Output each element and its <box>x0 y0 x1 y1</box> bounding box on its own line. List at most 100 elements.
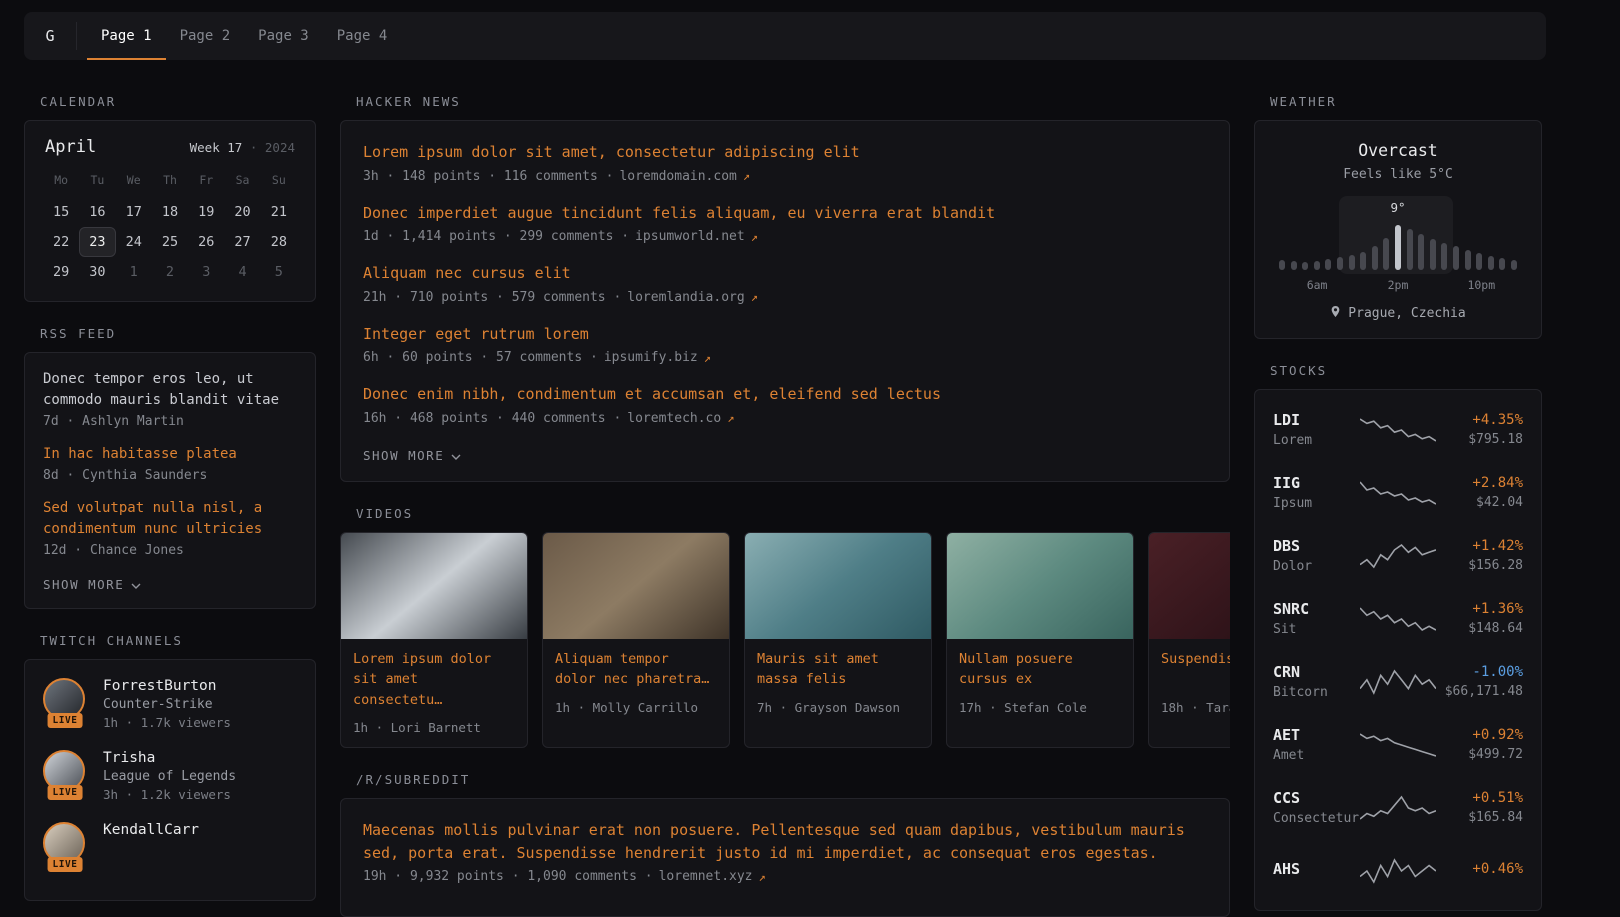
video-card-body: Lorem ipsum dolor sit amet consectetu… 1… <box>341 639 527 748</box>
rss-item-title[interactable]: In hac habitasse platea <box>43 444 297 465</box>
hn-story-stats: 16h · 468 points · 440 comments · <box>363 411 621 426</box>
reddit-post[interactable]: Maecenas mollis pulvinar erat non posuer… <box>363 819 1207 884</box>
weather-location: Prague, Czechia <box>1348 306 1465 321</box>
rss-show-more-button[interactable]: SHOW MORE <box>43 573 141 596</box>
video-title[interactable]: Lorem ipsum dolor sit amet consectetu… <box>353 649 515 712</box>
video-thumbnail[interactable] <box>745 533 931 639</box>
external-link-icon[interactable]: ↗ <box>743 169 750 183</box>
external-link-icon[interactable]: ↗ <box>759 870 766 884</box>
hn-show-more-label: SHOW MORE <box>363 448 444 463</box>
stocks-widget: STOCKS LDI Lorem <box>1254 363 1542 911</box>
video-card-body: Mauris sit amet massa felis 7h · Grayson… <box>745 639 931 727</box>
stock-row: SNRC Sit +1.36% $148.64 <box>1273 587 1523 650</box>
stock-identity: AHS <box>1273 860 1360 882</box>
page-tab[interactable]: Page 1 <box>87 12 166 60</box>
calendar-day-name: Mo <box>43 169 79 191</box>
video-card[interactable]: Nullam posuere cursus ex 17h · Stefan Co… <box>946 532 1134 749</box>
dashboard-grid: CALENDAR April Week 17 · 2024 MoTuWeThFr… <box>24 70 1546 917</box>
stock-name: Ipsum <box>1273 496 1360 511</box>
calendar-day: 19 <box>188 197 224 227</box>
calendar-day: 15 <box>43 197 79 227</box>
rss-widget: RSS FEED Donec tempor eros leo, ut commo… <box>24 326 316 609</box>
hacker-news-card: Lorem ipsum dolor sit amet, consectetur … <box>340 120 1230 482</box>
stock-row: AHS +0.46% <box>1273 839 1523 902</box>
reddit-post-domain[interactable]: loremnet.xyz <box>659 869 753 884</box>
external-link-icon[interactable]: ↗ <box>704 351 711 365</box>
calendar-day-name: Tu <box>79 169 115 191</box>
hn-story[interactable]: Integer eget rutrum lorem 6h · 60 points… <box>363 323 1207 366</box>
twitch-channel-name[interactable]: Trisha <box>103 750 236 766</box>
weather-bar <box>1279 260 1285 270</box>
external-link-icon[interactable]: ↗ <box>751 290 758 304</box>
weather-bar <box>1349 255 1355 270</box>
hn-story-stats: 1d · 1,414 points · 299 comments · <box>363 229 629 244</box>
video-card[interactable]: Lorem ipsum dolor sit amet consectetu… 1… <box>340 532 528 749</box>
video-thumbnail[interactable] <box>543 533 729 639</box>
video-thumbnail[interactable] <box>341 533 527 639</box>
rss-item-title[interactable]: Sed volutpat nulla nisl, a condimentum n… <box>43 498 297 540</box>
hn-story[interactable]: Donec enim nibh, condimentum et accumsan… <box>363 383 1207 426</box>
hn-story[interactable]: Lorem ipsum dolor sit amet, consectetur … <box>363 141 1207 184</box>
video-title[interactable]: Nullam posuere cursus ex <box>959 649 1121 691</box>
video-card[interactable]: Suspendisse diam 18h · Tara <box>1148 532 1230 749</box>
calendar-day-name: We <box>116 169 152 191</box>
video-title[interactable]: Mauris sit amet massa felis <box>757 649 919 691</box>
twitch-channel-row[interactable]: LIVE ForrestBurton Counter-Strike 1h · 1… <box>43 678 297 730</box>
stock-row: CRN Bitcorn -1.00% $66,171.48 <box>1273 650 1523 713</box>
rss-item-title[interactable]: Donec tempor eros leo, ut commodo mauris… <box>43 369 297 411</box>
twitch-channel-name[interactable]: ForrestBurton <box>103 678 231 694</box>
twitch-channel-name[interactable]: KendallCarr <box>103 822 199 838</box>
calendar-day: 24 <box>116 227 152 257</box>
rss-item[interactable]: Sed volutpat nulla nisl, a condimentum n… <box>43 498 297 558</box>
hn-story-title[interactable]: Aliquam nec cursus elit <box>363 262 1207 285</box>
calendar-day: 20 <box>224 197 260 227</box>
stock-price: $148.64 <box>1436 621 1523 636</box>
twitch-channel-meta: 1h · 1.7k viewers <box>103 715 231 730</box>
hn-story[interactable]: Aliquam nec cursus elit 21h · 710 points… <box>363 262 1207 305</box>
stock-price: $156.28 <box>1436 558 1523 573</box>
video-thumbnail[interactable] <box>1149 533 1230 639</box>
video-title[interactable]: Aliquam tempor dolor nec pharetra… <box>555 649 717 691</box>
video-thumbnail[interactable] <box>947 533 1133 639</box>
page-tab[interactable]: Page 3 <box>244 12 323 60</box>
hn-story-domain[interactable]: ipsumworld.net <box>635 229 745 244</box>
stock-symbol: DBS <box>1273 537 1360 555</box>
rss-item[interactable]: In hac habitasse platea 8d · Cynthia Sau… <box>43 444 297 483</box>
app-logo[interactable]: G <box>24 12 76 60</box>
weather-bar <box>1441 243 1447 270</box>
hn-show-more-button[interactable]: SHOW MORE <box>363 444 461 467</box>
video-card[interactable]: Mauris sit amet massa felis 7h · Grayson… <box>744 532 932 749</box>
hn-story-meta: 6h · 60 points · 57 comments · ipsumify.… <box>363 350 1207 365</box>
twitch-channel-row[interactable]: LIVE KendallCarr <box>43 822 297 870</box>
calendar-day: 27 <box>224 227 260 257</box>
weather-bar <box>1372 246 1378 270</box>
hn-story-domain[interactable]: loremtech.co <box>627 411 721 426</box>
stock-sparkline <box>1360 793 1436 823</box>
hn-story-title[interactable]: Donec imperdiet augue tincidunt felis al… <box>363 202 1207 225</box>
hn-story-title[interactable]: Lorem ipsum dolor sit amet, consectetur … <box>363 141 1207 164</box>
hn-story-domain[interactable]: ipsumify.biz <box>604 350 698 365</box>
external-link-icon[interactable]: ↗ <box>727 411 734 425</box>
hn-story-domain[interactable]: loremdomain.com <box>619 169 736 184</box>
calendar-day-name: Fr <box>188 169 224 191</box>
video-meta: 1h · Lori Barnett <box>353 720 515 735</box>
stock-identity: SNRC Sit <box>1273 600 1360 637</box>
page-tab[interactable]: Page 4 <box>323 12 402 60</box>
video-card-body: Suspendisse diam 18h · Tara <box>1149 639 1230 727</box>
video-card[interactable]: Aliquam tempor dolor nec pharetra… 1h · … <box>542 532 730 749</box>
twitch-channel-row[interactable]: LIVE Trisha League of Legends 3h · 1.2k … <box>43 750 297 802</box>
stock-change: +0.46% <box>1436 861 1523 877</box>
video-title[interactable]: Suspendisse diam <box>1161 649 1230 691</box>
reddit-post-title[interactable]: Maecenas mollis pulvinar erat non posuer… <box>363 819 1207 864</box>
hn-story-meta: 21h · 710 points · 579 comments · loreml… <box>363 290 1207 305</box>
hn-story-title[interactable]: Donec enim nibh, condimentum et accumsan… <box>363 383 1207 406</box>
stock-identity: CRN Bitcorn <box>1273 663 1360 700</box>
weather-axis: 6am 2pm 10pm <box>1279 278 1517 293</box>
hn-story[interactable]: Donec imperdiet augue tincidunt felis al… <box>363 202 1207 245</box>
page-tab[interactable]: Page 2 <box>166 12 245 60</box>
hacker-news-title: HACKER NEWS <box>356 94 1230 109</box>
rss-item[interactable]: Donec tempor eros leo, ut commodo mauris… <box>43 369 297 429</box>
hn-story-domain[interactable]: loremlandia.org <box>627 290 744 305</box>
hn-story-title[interactable]: Integer eget rutrum lorem <box>363 323 1207 346</box>
external-link-icon[interactable]: ↗ <box>751 230 758 244</box>
